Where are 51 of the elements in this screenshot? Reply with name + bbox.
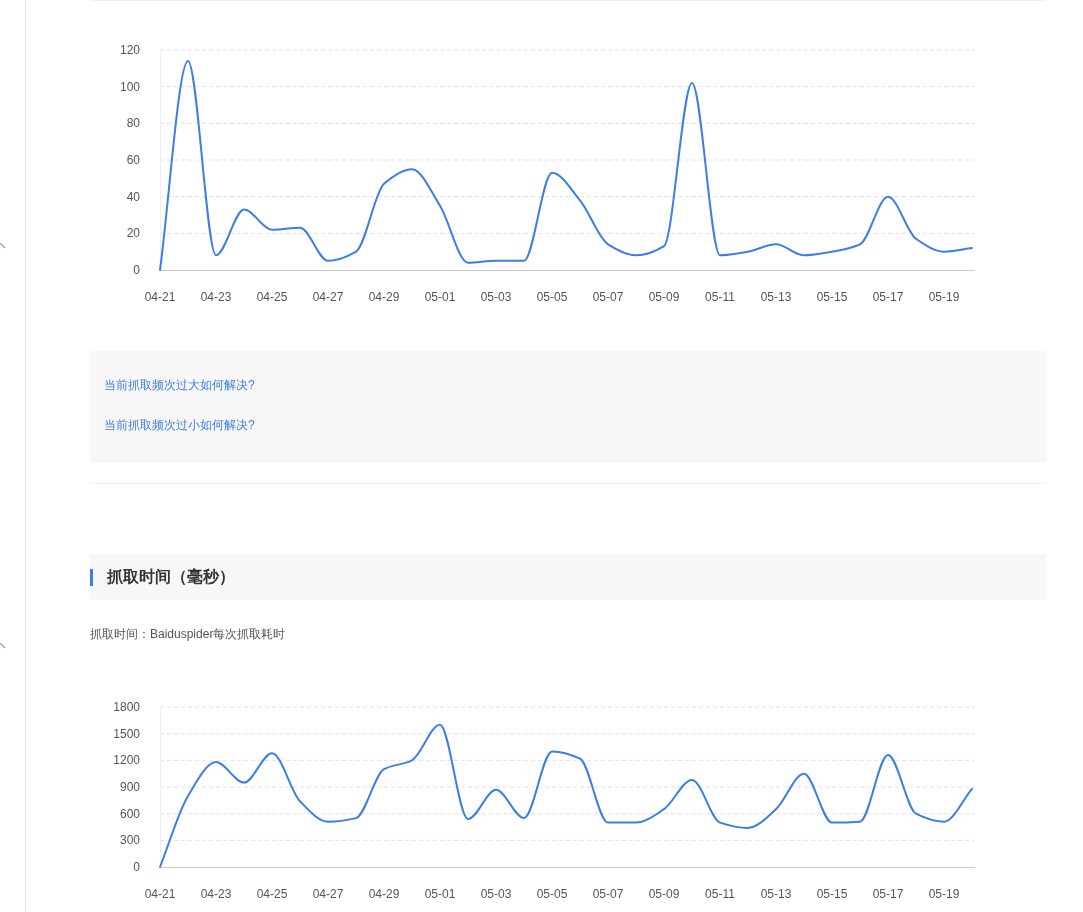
- y-axis-label: 1500: [113, 726, 140, 741]
- y-axis-label: 120: [119, 43, 140, 57]
- y-axis-label: 900: [119, 780, 140, 794]
- y-axis-label: 40: [126, 189, 140, 204]
- x-axis-label: 05-19: [928, 290, 960, 304]
- x-axis-label: 05-09: [648, 887, 680, 901]
- x-axis-label: 04-29: [368, 290, 400, 304]
- x-axis-label: 05-15: [816, 887, 848, 901]
- x-axis-label: 05-07: [592, 290, 624, 304]
- x-axis-label: 05-13: [760, 290, 792, 304]
- x-axis-label: 05-01: [424, 290, 456, 304]
- x-axis-label: 04-23: [200, 887, 232, 901]
- x-axis-label: 04-25: [256, 290, 288, 304]
- x-axis-label: 05-19: [928, 887, 960, 901]
- x-axis-label: 05-17: [872, 290, 904, 304]
- y-axis-label: 0: [133, 860, 140, 874]
- x-axis-label: 05-07: [592, 887, 624, 901]
- y-axis-label: 20: [126, 226, 140, 241]
- y-axis-label: 80: [126, 116, 140, 131]
- x-axis-label: 04-21: [144, 290, 176, 304]
- x-axis-label: 05-13: [760, 887, 792, 901]
- x-axis-label: 05-17: [872, 887, 904, 901]
- help-link[interactable]: 当前抓取频次过大如何解决?: [104, 377, 255, 393]
- x-axis-label: 04-21: [144, 887, 176, 901]
- y-axis-label: 600: [119, 806, 140, 821]
- x-axis-label: 05-09: [648, 290, 680, 304]
- y-axis-label: 300: [119, 833, 140, 848]
- x-axis-label: 04-25: [256, 887, 288, 901]
- accent-bar: [90, 568, 93, 586]
- x-axis-label: 04-23: [200, 290, 232, 304]
- x-axis-label: 05-15: [816, 290, 848, 304]
- x-axis-label: 05-11: [705, 290, 735, 304]
- section-description: 抓取时间：Baiduspider每次抓取耗时: [90, 626, 287, 642]
- help-link[interactable]: 当前抓取频次过小如何解决?: [104, 417, 255, 433]
- x-axis-label: 05-03: [480, 887, 512, 901]
- x-axis-label: 04-27: [312, 290, 344, 304]
- x-axis-label: 04-27: [312, 887, 344, 901]
- y-axis-label: 0: [133, 263, 140, 277]
- x-axis-label: 05-11: [705, 887, 735, 901]
- x-axis-label: 05-01: [424, 887, 456, 901]
- y-axis-label: 60: [126, 153, 140, 167]
- x-axis-label: 05-05: [536, 887, 568, 901]
- x-axis-label: 04-29: [368, 887, 400, 901]
- y-axis-label: 1200: [113, 753, 140, 768]
- caret-icon[interactable]: [0, 243, 6, 249]
- x-axis-label: 05-05: [536, 290, 568, 304]
- caret-icon[interactable]: [0, 643, 6, 649]
- y-axis-label: 1800: [113, 700, 140, 714]
- section-title: 抓取时间（毫秒）: [107, 566, 235, 587]
- y-axis-label: 100: [119, 79, 140, 94]
- x-axis-label: 05-03: [480, 290, 512, 304]
